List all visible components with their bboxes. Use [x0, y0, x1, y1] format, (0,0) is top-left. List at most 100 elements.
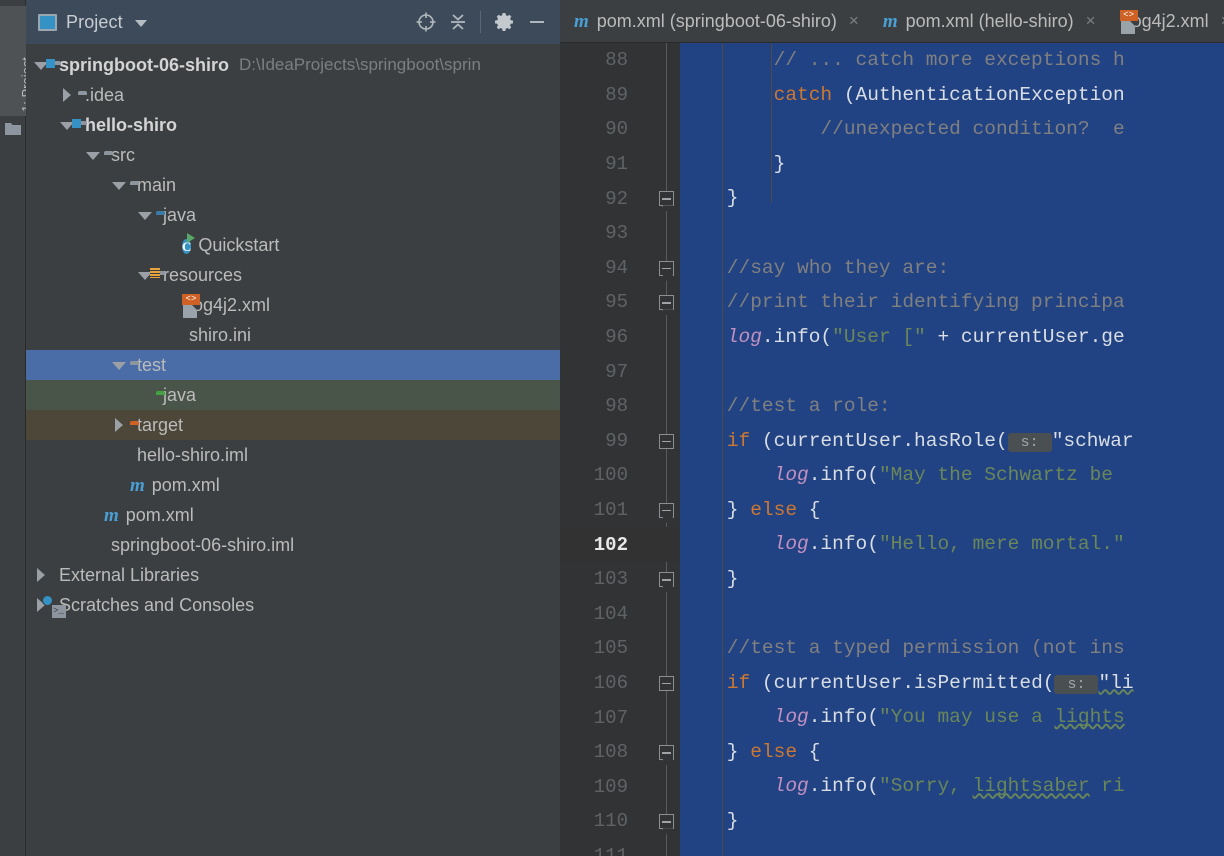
- gutter-line-number: 93: [605, 222, 628, 245]
- fold-marker[interactable]: [659, 502, 674, 518]
- code-editor[interactable]: 88 89 90 91 92 93 94 95 96 97 98 99 100 101 102 103 104 1…: [560, 43, 1224, 856]
- fold-marker[interactable]: [659, 814, 674, 830]
- code-token: log: [773, 464, 809, 487]
- code-line: }: [680, 562, 1224, 597]
- code-token: (currentUser.hasRole(: [750, 429, 1008, 452]
- fold-marker[interactable]: [659, 191, 674, 207]
- tree-node-label: springboot-06-shiro.iml: [111, 534, 295, 555]
- code-line: //test a typed permission (not ins: [680, 631, 1224, 666]
- project-tree[interactable]: springboot-06-shiro D:\IdeaProjects\sprin…: [26, 44, 560, 856]
- tree-node-label: java: [163, 384, 197, 405]
- tree-node-hello-shiro[interactable]: hello-shiro: [26, 110, 560, 140]
- fold-marker[interactable]: [659, 572, 674, 587]
- tree-node-hello-shiro-iml[interactable]: hello-shiro.iml: [26, 440, 560, 470]
- chevron-down-icon[interactable]: [134, 20, 147, 27]
- code-token: ri: [1089, 775, 1125, 798]
- fold-marker[interactable]: [659, 295, 674, 311]
- twisty-open-icon[interactable]: [112, 178, 126, 192]
- tree-node-test[interactable]: test: [26, 350, 560, 380]
- tree-node-quickstart[interactable]: C Quickstart: [26, 230, 560, 260]
- code-token: (currentUser.isPermitted(: [750, 671, 1055, 694]
- code-token: "schwar: [1051, 429, 1134, 452]
- tree-node-shiro-ini[interactable]: shiro.ini: [26, 320, 560, 350]
- code-token: .info(: [761, 325, 833, 348]
- tree-node-path: D:\IdeaProjects\springboot\sprin: [239, 55, 481, 74]
- fold-marker[interactable]: [659, 260, 674, 276]
- tree-node-springboot-06-shiro-iml[interactable]: springboot-06-shiro.iml: [26, 530, 560, 560]
- tree-node-target[interactable]: target: [26, 410, 560, 440]
- code-view[interactable]: // ... catch more exceptions h catch (Au…: [680, 43, 1224, 856]
- editor-tab-1[interactable]: m pom.xml (hello-shiro) ×: [869, 0, 1106, 42]
- close-icon[interactable]: ×: [849, 11, 859, 31]
- locate-in-tree-button[interactable]: [411, 7, 441, 37]
- code-line: //test a role:: [680, 389, 1224, 424]
- code-line: } else {: [680, 735, 1224, 770]
- twisty-closed-icon[interactable]: [60, 88, 74, 102]
- code-token: //test a role:: [680, 394, 891, 417]
- code-token: "li: [1098, 671, 1134, 694]
- code-line: log.info("May the Schwartz be: [680, 458, 1224, 493]
- tree-node--idea[interactable]: .idea: [26, 80, 560, 110]
- tree-node-log4j2-xml[interactable]: <> log4j2.xml: [26, 290, 560, 320]
- editor-tab-label: pom.xml (hello-shiro): [905, 10, 1074, 31]
- code-token: + currentUser.ge: [925, 325, 1125, 348]
- twisty-open-icon[interactable]: [112, 358, 126, 372]
- tree-node-label: springboot-06-shiro: [59, 54, 229, 75]
- tree-node-pom-xml[interactable]: m pom.xml: [26, 500, 560, 530]
- close-icon[interactable]: ×: [1086, 11, 1096, 31]
- tree-node-springboot-06-shiro[interactable]: springboot-06-shiro D:\IdeaProjects\sprin…: [26, 50, 560, 80]
- project-tool-window: Project springboot-06-shiro D:\IdeaProje…: [26, 0, 560, 856]
- fold-marker[interactable]: [659, 675, 674, 691]
- tree-node-pom-xml[interactable]: m pom.xml: [26, 470, 560, 500]
- tree-node-external-libraries[interactable]: External Libraries: [26, 560, 560, 590]
- hide-button[interactable]: [522, 7, 552, 37]
- fold-marker[interactable]: [659, 745, 674, 760]
- fold-marker[interactable]: [659, 433, 674, 449]
- editor-tab-2[interactable]: <>log4j2.xml×: [1106, 0, 1224, 42]
- tree-node-java[interactable]: java: [26, 380, 560, 410]
- tree-node-java[interactable]: java: [26, 200, 560, 230]
- code-line: }: [680, 181, 1224, 216]
- code-line: catch (AuthenticationException: [680, 78, 1224, 113]
- collapse-all-button[interactable]: [443, 7, 473, 37]
- tree-node-label: Scratches and Consoles: [59, 594, 255, 615]
- gutter-line-number: 91: [605, 153, 628, 176]
- code-token: }: [680, 152, 786, 175]
- tree-node-label: shiro.ini: [189, 324, 252, 345]
- editor-tabs[interactable]: m pom.xml (springboot-06-shiro) × m pom.xml …: [560, 0, 1224, 43]
- tree-node-scratches-and-consoles[interactable]: >_ Scratches and Consoles: [26, 590, 560, 620]
- twisty-closed-icon[interactable]: [34, 568, 48, 582]
- tree-node-main[interactable]: main: [26, 170, 560, 200]
- tree-node-label: log4j2.xml: [189, 294, 271, 315]
- idea-window: 1: Project Project: [0, 0, 1224, 856]
- tool-window-tab-project[interactable]: 1: Project: [0, 6, 34, 116]
- twisty-open-icon[interactable]: [138, 208, 152, 222]
- crosshair-icon: [416, 12, 436, 32]
- editor-gutter[interactable]: 88 89 90 91 92 93 94 95 96 97 98 99 100 101 102 103 104 1…: [560, 43, 680, 856]
- close-icon[interactable]: ×: [1221, 11, 1224, 31]
- settings-button[interactable]: [490, 7, 520, 37]
- tree-node-resources[interactable]: resources: [26, 260, 560, 290]
- maven-file-icon: m: [882, 10, 898, 32]
- code-token: (AuthenticationException: [832, 83, 1125, 106]
- code-token: }: [680, 810, 739, 833]
- code-line: log.info("Sorry, lightsaber ri: [680, 769, 1224, 804]
- editor-tab-0[interactable]: m pom.xml (springboot-06-shiro) ×: [560, 0, 869, 42]
- tree-node-src[interactable]: src: [26, 140, 560, 170]
- code-token: else: [750, 740, 798, 763]
- code-token: if: [726, 671, 751, 694]
- twisty-closed-icon[interactable]: [112, 418, 126, 432]
- twisty-open-icon[interactable]: [86, 148, 100, 162]
- tree-node-label: External Libraries: [59, 564, 200, 585]
- code-token: .info(: [808, 533, 879, 556]
